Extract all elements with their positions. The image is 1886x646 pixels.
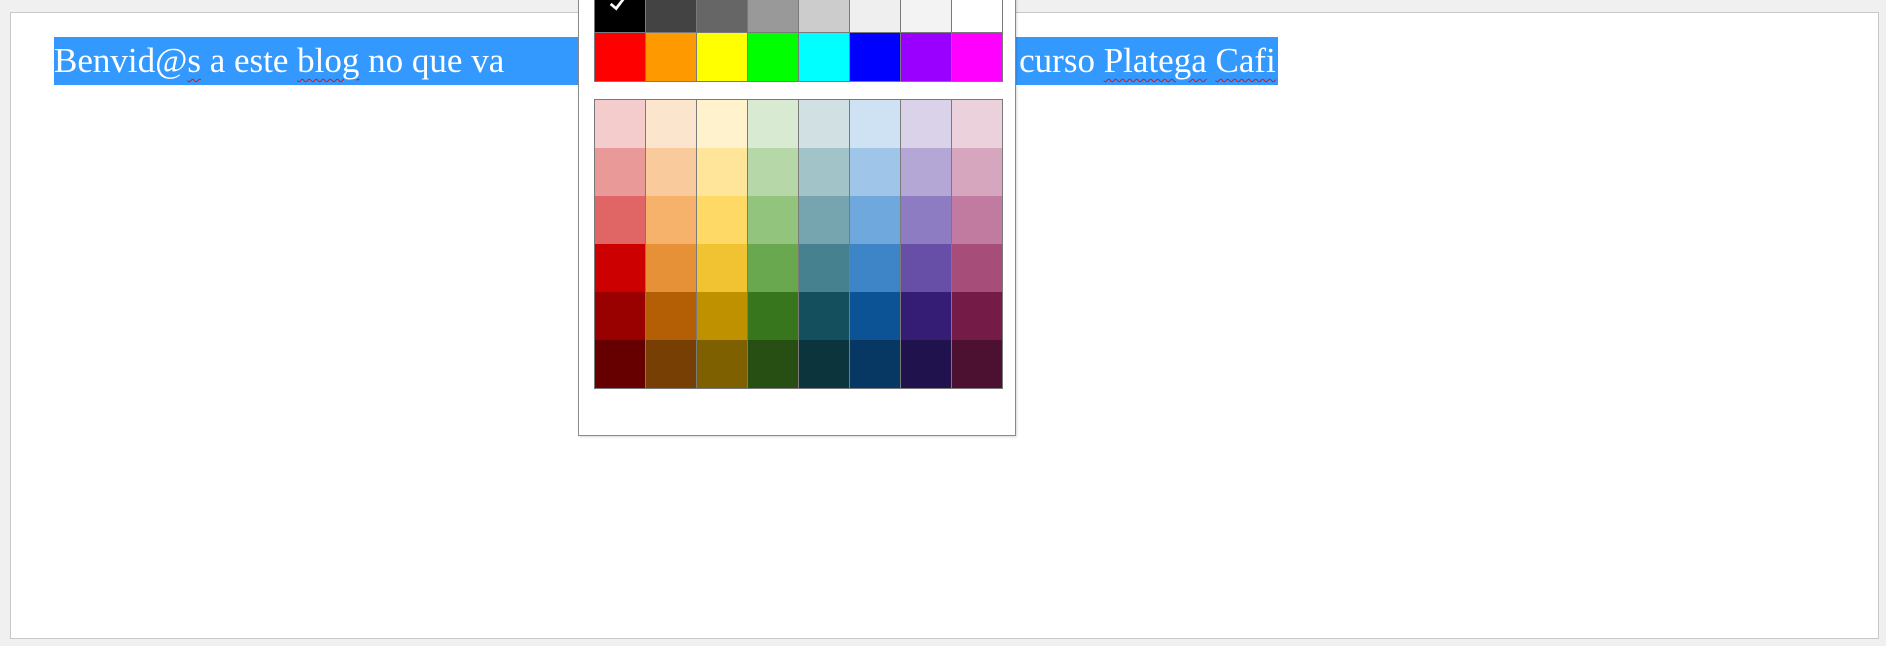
text-run-misspelled: blog [297,41,360,80]
color-swatch[interactable] [697,244,747,292]
color-swatch[interactable] [952,0,1002,34]
text-run-misspelled: Platega [1103,41,1207,80]
color-swatch[interactable] [646,148,696,196]
color-swatch[interactable] [595,100,645,148]
color-swatch[interactable] [697,148,747,196]
color-swatch[interactable] [697,340,747,388]
color-swatch[interactable] [952,340,1002,388]
color-swatch[interactable] [901,244,951,292]
bright-swatch-row [594,32,1003,82]
color-swatch[interactable] [646,100,696,148]
color-swatch[interactable] [799,292,849,340]
shade-swatch-grid [594,99,1003,389]
color-swatch[interactable] [799,244,849,292]
color-swatch[interactable] [595,148,645,196]
color-swatch[interactable] [697,100,747,148]
color-swatch[interactable] [850,292,900,340]
text-run: Benvid@ [54,41,188,80]
color-swatch[interactable] [799,0,849,34]
color-swatch[interactable] [901,196,951,244]
color-swatch[interactable] [646,0,696,34]
color-swatch[interactable] [850,100,900,148]
text-run: no que va [359,41,505,80]
color-picker-dropdown [578,0,1016,436]
color-swatch[interactable] [595,0,645,34]
color-swatch[interactable] [799,148,849,196]
color-swatch[interactable] [850,244,900,292]
color-swatch[interactable] [850,196,900,244]
color-swatch[interactable] [850,340,900,388]
color-swatch[interactable] [595,340,645,388]
color-swatch[interactable] [646,196,696,244]
color-swatch[interactable] [748,0,798,34]
color-swatch[interactable] [901,148,951,196]
color-swatch[interactable] [901,0,951,34]
color-swatch[interactable] [697,0,747,34]
color-swatch[interactable] [748,340,798,388]
color-swatch[interactable] [748,33,798,81]
color-swatch[interactable] [901,340,951,388]
color-swatch[interactable] [799,33,849,81]
color-swatch[interactable] [748,244,798,292]
color-swatch[interactable] [850,0,900,34]
color-swatch[interactable] [595,196,645,244]
color-swatch[interactable] [952,100,1002,148]
color-swatch[interactable] [799,100,849,148]
color-swatch[interactable] [595,292,645,340]
color-swatch[interactable] [697,33,747,81]
color-swatch[interactable] [646,340,696,388]
color-swatch[interactable] [799,196,849,244]
color-swatch[interactable] [646,244,696,292]
text-run: a este [200,41,298,80]
grayscale-swatch-row [594,0,1003,35]
color-swatch[interactable] [952,148,1002,196]
color-swatch[interactable] [646,292,696,340]
color-swatch[interactable] [952,292,1002,340]
color-swatch[interactable] [748,100,798,148]
color-swatch[interactable] [595,244,645,292]
color-swatch[interactable] [748,148,798,196]
color-swatch[interactable] [748,292,798,340]
color-swatch[interactable] [952,196,1002,244]
color-swatch[interactable] [646,33,696,81]
color-swatch[interactable] [901,100,951,148]
color-swatch[interactable] [901,292,951,340]
color-swatch[interactable] [799,340,849,388]
color-swatch[interactable] [697,196,747,244]
color-swatch[interactable] [595,33,645,81]
color-swatch[interactable] [850,33,900,81]
color-swatch[interactable] [952,33,1002,81]
color-swatch[interactable] [697,292,747,340]
color-swatch[interactable] [952,244,1002,292]
text-run [1207,41,1216,80]
color-swatch[interactable] [748,196,798,244]
color-swatch[interactable] [901,33,951,81]
text-run-misspelled: Cafi [1215,41,1276,80]
checkmark-icon [609,0,625,11]
color-swatch[interactable] [850,148,900,196]
text-run-misspelled: s [187,41,201,80]
